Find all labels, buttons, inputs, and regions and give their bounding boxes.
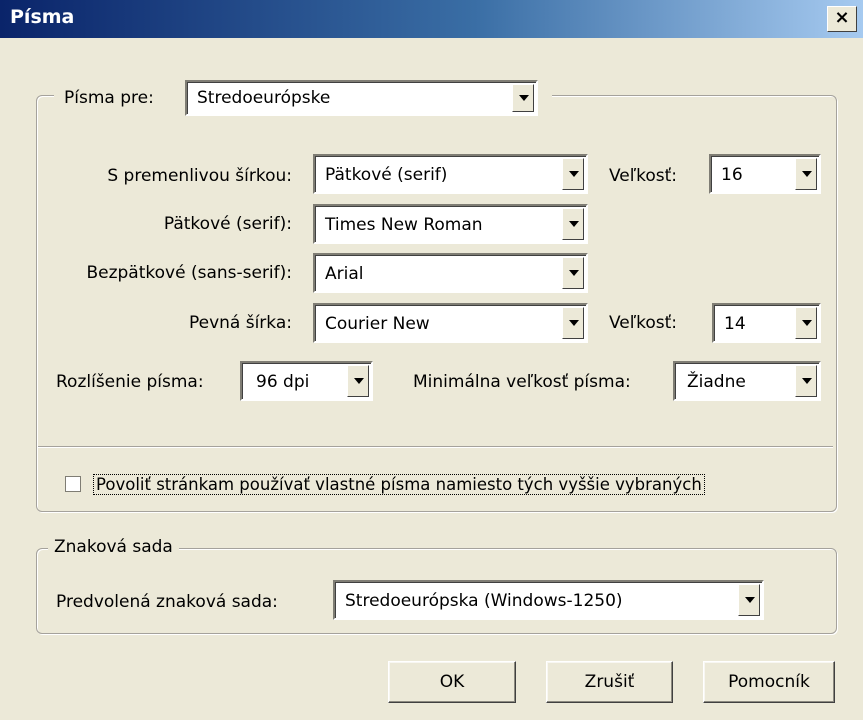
chevron-down-icon[interactable]: [347, 365, 369, 397]
monospace-size-value: 14: [724, 314, 746, 334]
chevron-down-icon[interactable]: [795, 307, 817, 339]
proportional-select[interactable]: Pätkové (serif): [313, 154, 588, 194]
window-title: Písma: [10, 6, 75, 28]
monospace-select[interactable]: Courier New: [313, 303, 588, 343]
proportional-label: S premenlivou šírkou:: [107, 166, 292, 186]
fonts-separator: [38, 446, 833, 448]
help-button[interactable]: Pomocník: [703, 661, 835, 703]
min-size-select[interactable]: Žiadne: [673, 361, 821, 401]
language-select[interactable]: Stredoeurópske: [185, 80, 538, 116]
language-value: Stredoeurópske: [197, 88, 331, 108]
chevron-down-icon[interactable]: [512, 84, 534, 112]
close-icon: ×: [834, 7, 850, 28]
default-charset-select[interactable]: Stredoeurópska (Windows-1250): [333, 580, 764, 620]
proportional-value: Pätkové (serif): [325, 165, 448, 185]
sans-serif-select[interactable]: Arial: [313, 253, 588, 293]
serif-value: Times New Roman: [325, 215, 483, 235]
ok-button[interactable]: OK: [388, 661, 516, 703]
chevron-down-icon[interactable]: [562, 158, 584, 190]
chevron-down-icon[interactable]: [562, 208, 584, 240]
allow-pages-fonts-label[interactable]: Povoliť stránkam používať vlastné písma …: [93, 474, 705, 495]
sans-serif-label: Bezpätkové (sans-serif):: [86, 263, 292, 283]
chevron-down-icon[interactable]: [795, 158, 817, 190]
monospace-size-select[interactable]: 14: [712, 303, 821, 343]
chevron-down-icon[interactable]: [562, 307, 584, 339]
monospace-label: Pevná šírka:: [188, 313, 292, 333]
proportional-size-select[interactable]: 16: [709, 154, 821, 194]
chevron-down-icon[interactable]: [738, 584, 760, 616]
charset-legend: Znaková sada: [48, 537, 179, 557]
resolution-select[interactable]: 96 dpi: [240, 361, 373, 401]
chevron-down-icon[interactable]: [795, 365, 817, 397]
serif-label: Pätkové (serif):: [163, 214, 292, 234]
sans-serif-value: Arial: [325, 264, 364, 284]
min-size-value: Žiadne: [687, 372, 746, 392]
cancel-button[interactable]: Zrušiť: [546, 661, 673, 703]
fonts-for-label: Písma pre:: [64, 88, 154, 108]
min-size-label: Minimálna veľkosť písma:: [413, 372, 631, 392]
title-bar: Písma ×: [0, 0, 863, 38]
chevron-down-icon[interactable]: [562, 257, 584, 289]
serif-select[interactable]: Times New Roman: [313, 204, 588, 244]
close-button[interactable]: ×: [827, 6, 857, 32]
monospace-size-label: Veľkosť:: [609, 313, 678, 333]
default-charset-label: Predvolená znaková sada:: [56, 592, 278, 612]
resolution-value: 96 dpi: [256, 372, 310, 392]
allow-pages-fonts-checkbox[interactable]: [65, 476, 81, 492]
resolution-label: Rozlíšenie písma:: [56, 372, 204, 392]
monospace-value: Courier New: [325, 314, 430, 334]
default-charset-value: Stredoeurópska (Windows-1250): [345, 591, 623, 611]
proportional-size-label: Veľkosť:: [609, 166, 678, 186]
proportional-size-value: 16: [721, 165, 743, 185]
